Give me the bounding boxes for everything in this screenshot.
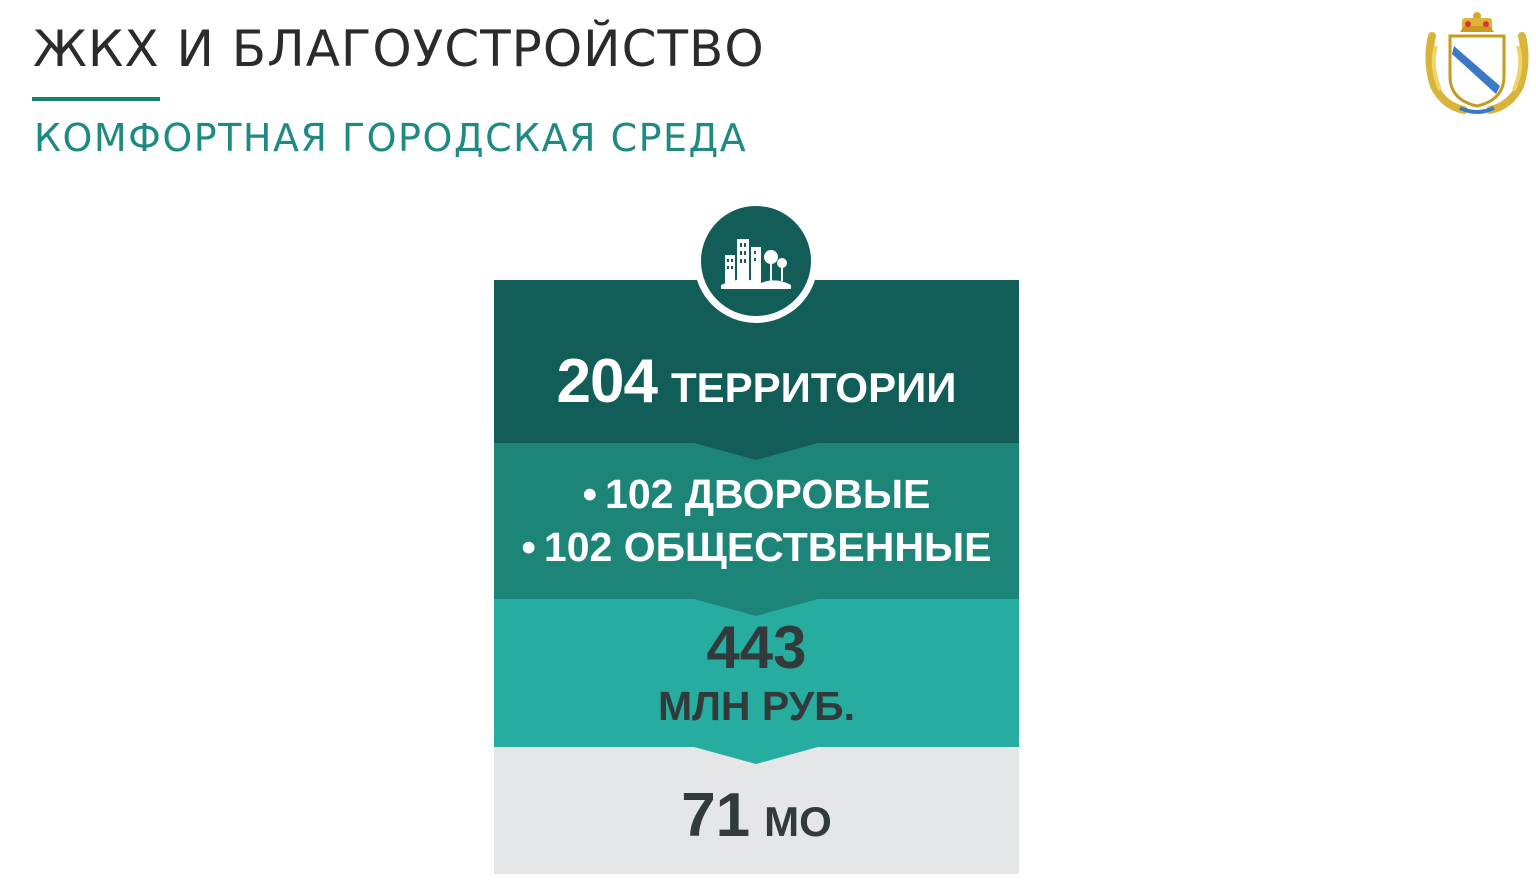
breakdown-item: • 102 ОБЩЕСТВЕННЫЕ <box>521 524 992 570</box>
territories-count: 204 <box>556 347 657 416</box>
title-underline <box>32 97 160 101</box>
city-icon-badge <box>694 199 818 323</box>
chevron-divider <box>694 747 818 764</box>
funding-value: 443 <box>706 614 807 681</box>
city-buildings-trees-icon <box>721 239 791 289</box>
funding-block: 443 МЛН РУБ. <box>494 599 1019 747</box>
chevron-divider <box>694 599 818 616</box>
funding-unit: МЛН РУБ. <box>657 683 856 729</box>
municipalities-count: 71 <box>681 781 751 850</box>
breakdown-block: • 102 ДВОРОВЫЕ • 102 ОБЩЕСТВЕННЫЕ <box>494 443 1019 599</box>
municipalities-unit: МО <box>764 798 832 845</box>
coat-of-arms-icon <box>1425 12 1529 114</box>
chevron-divider <box>694 443 818 460</box>
breakdown-item: • 102 ДВОРОВЫЕ <box>582 471 931 517</box>
page-title: ЖКХ И БЛАГОУСТРОЙСТВО <box>33 20 765 78</box>
municipalities-block: 71 МО <box>494 747 1019 874</box>
page-subtitle: КОМФОРТНАЯ ГОРОДСКАЯ СРЕДА <box>34 116 748 160</box>
territories-unit: ТЕРРИТОРИИ <box>670 364 957 411</box>
